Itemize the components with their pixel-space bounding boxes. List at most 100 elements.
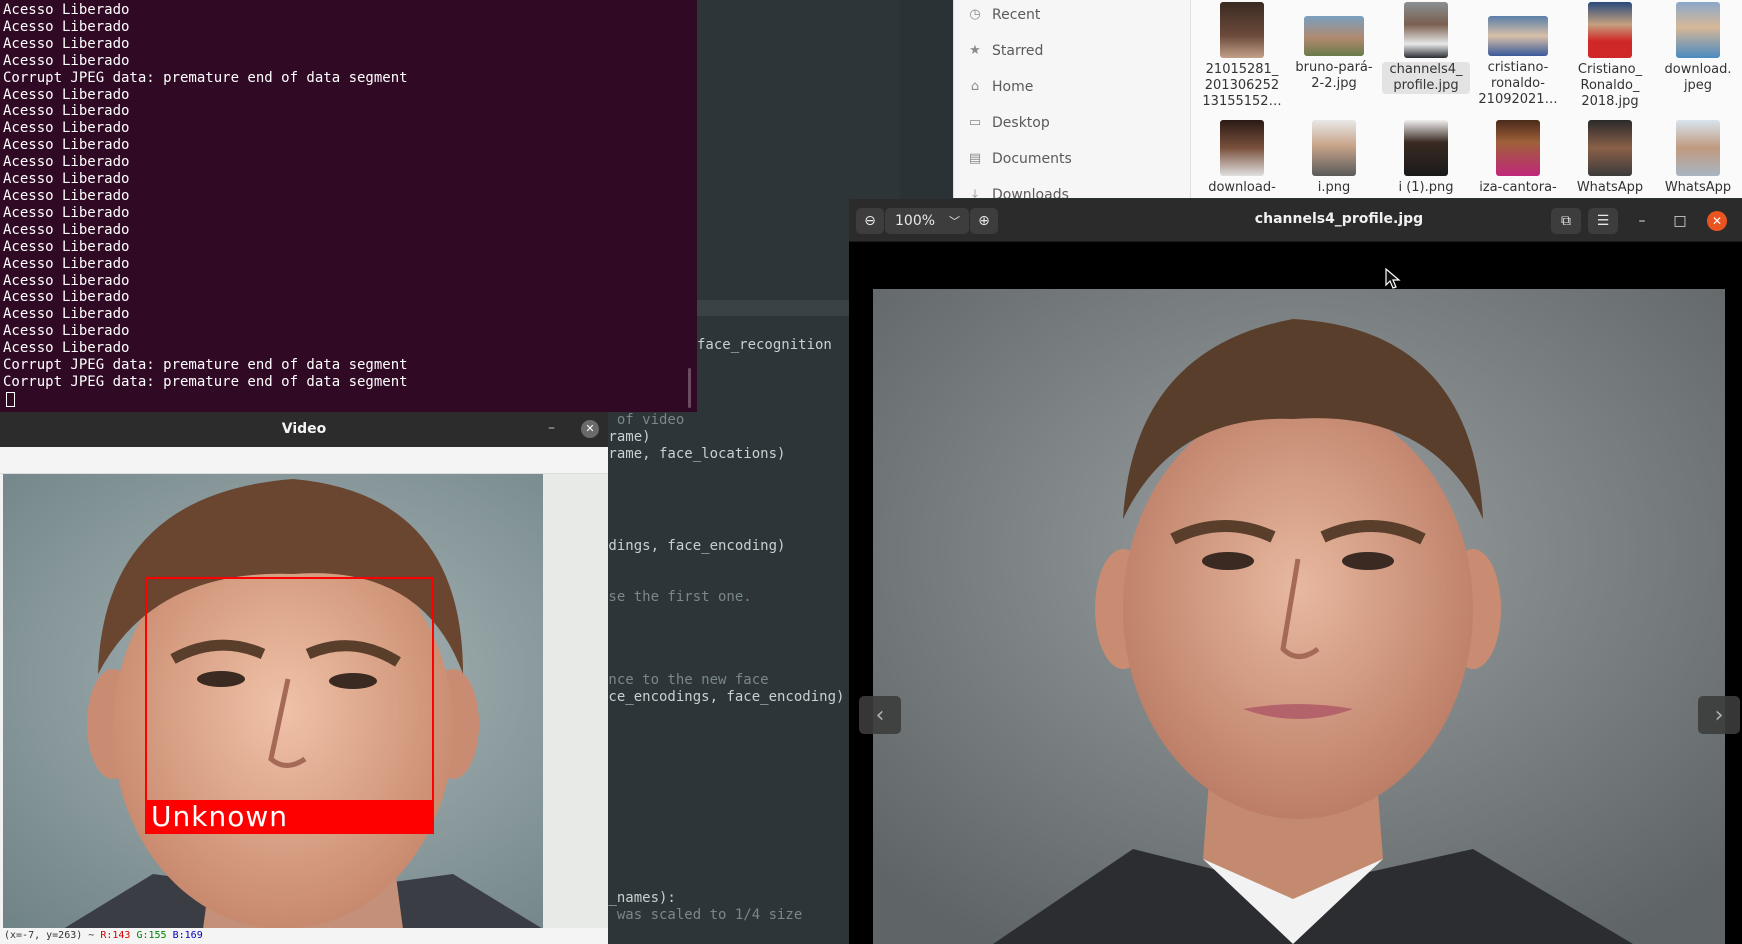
menu-button[interactable]: ☰ [1588, 208, 1618, 234]
file-thumbnail [1488, 16, 1548, 56]
file-name: WhatsApp [1576, 180, 1644, 195]
video-titlebar[interactable]: Video – ✕ [0, 412, 608, 447]
zoom-out-button[interactable]: ⊖ [856, 208, 884, 234]
video-toolbar [0, 447, 608, 474]
sidebar-item-recent[interactable]: ◷ Recent [968, 2, 1040, 28]
image-viewer-window: ⊖ 100% ﹀ ⊕ channels4_profile.jpg ⧉ ☰ – □… [849, 199, 1742, 944]
file-thumbnail [1404, 2, 1448, 58]
file-item[interactable]: i.png [1290, 120, 1378, 196]
terminal-line: Acesso Liberado [3, 306, 130, 323]
code-line[interactable]: o was scaled to 1/4 size [600, 907, 802, 923]
terminal-line: Acesso Liberado [3, 187, 130, 204]
minimize-button[interactable]: – [1632, 211, 1652, 231]
video-window-title: Video [281, 421, 327, 437]
close-button[interactable]: ✕ [581, 420, 599, 438]
code-line[interactable]: use the first one. [600, 589, 752, 605]
home-icon: ⌂ [970, 79, 980, 94]
sidebar-item-home[interactable]: ⌂ Home [968, 74, 1033, 100]
close-button[interactable]: ✕ [1707, 211, 1727, 231]
sidebar-item-label: Starred [992, 43, 1044, 59]
file-item[interactable]: bruno-pará- 2-2.jpg [1290, 2, 1378, 92]
previous-image-button[interactable]: ‹ [859, 696, 901, 734]
file-thumbnail [1220, 2, 1264, 58]
chevron-left-icon: ‹ [875, 702, 885, 728]
terminal-cursor [6, 391, 15, 407]
terminal-line: Acesso Liberado [3, 2, 130, 18]
file-item[interactable]: download- [1198, 120, 1286, 196]
cursor-coords: (x=-7, y=263) ~ [4, 930, 101, 941]
sidebar-item-documents[interactable]: ▤ Documents [968, 146, 1072, 172]
terminal-scrollbar[interactable] [688, 368, 691, 408]
close-icon: ✕ [585, 422, 595, 435]
zoom-in-button[interactable]: ⊕ [970, 208, 998, 234]
file-item[interactable]: 21015281_ 201306252 13155152… [1198, 2, 1286, 110]
terminal-line: Acesso Liberado [3, 154, 130, 171]
code-line[interactable]: ance to the new face [600, 672, 769, 688]
file-item[interactable]: cristiano- ronaldo- 21092021… [1474, 2, 1562, 108]
file-name: iza-cantora- [1479, 180, 1557, 195]
chevron-right-icon: › [1714, 702, 1724, 728]
gallery-button[interactable]: ⧉ [1551, 208, 1581, 234]
hamburger-menu-icon: ☰ [1596, 213, 1610, 229]
file-thumbnail [1676, 120, 1720, 176]
terminal-line: Acesso Liberado [3, 35, 130, 52]
file-item[interactable]: WhatsApp [1654, 120, 1742, 196]
file-name: cristiano- ronaldo- 21092021… [1478, 60, 1558, 107]
terminal-line: Acesso Liberado [3, 52, 130, 69]
video-window: Video – ✕ Unknown (x=-7, y=263) ~ R:143 … [0, 412, 608, 944]
code-line[interactable]: odings, face_encoding) [600, 538, 785, 554]
face-detection-label: Unknown [145, 800, 434, 834]
file-thumbnail [1496, 120, 1540, 176]
document-icon: ▤ [968, 151, 982, 166]
zoom-out-icon: ⊖ [864, 213, 876, 229]
terminal-prompt-line[interactable] [0, 391, 697, 412]
blue-value: B:169 [172, 930, 203, 941]
sidebar-item-desktop[interactable]: ▭ Desktop [968, 110, 1050, 136]
file-name: 21015281_ 201306252 13155152… [1202, 62, 1282, 109]
terminal-line: Acesso Liberado [3, 340, 130, 357]
maximize-icon: □ [1673, 213, 1687, 229]
file-item[interactable]: WhatsApp [1566, 120, 1654, 196]
file-thumbnail [1304, 16, 1364, 56]
file-item-selected[interactable]: channels4_ profile.jpg [1382, 2, 1470, 94]
clock-icon: ◷ [969, 7, 981, 22]
file-name: i (1).png [1398, 180, 1454, 195]
code-line[interactable]: e_names): [600, 890, 676, 906]
file-item[interactable]: i (1).png [1382, 120, 1470, 196]
desktop-icon: ▭ [968, 115, 982, 130]
sidebar-item-starred[interactable]: ★ Starred [968, 38, 1043, 64]
file-name: i.png [1317, 180, 1351, 195]
file-item[interactable]: Cristiano_ Ronaldo_ 2018.jpg [1566, 2, 1654, 110]
file-item[interactable]: iza-cantora- [1474, 120, 1562, 196]
file-name: bruno-pará- 2-2.jpg [1295, 60, 1373, 91]
file-name: channels4_ profile.jpg [1382, 62, 1470, 94]
minimize-button[interactable]: – [548, 420, 555, 436]
code-line[interactable]: e of video [600, 412, 684, 428]
gallery-icon: ⧉ [1561, 213, 1571, 229]
sidebar-item-label: Documents [992, 151, 1072, 167]
zoom-in-icon: ⊕ [978, 213, 990, 229]
terminal-window[interactable]: Acesso Liberado Acesso Liberado Acesso L… [0, 0, 697, 412]
terminal-line: Acesso Liberado [3, 323, 130, 340]
terminal-output: Acesso Liberado Acesso Liberado Acesso L… [0, 0, 697, 412]
terminal-line: Acesso Liberado [3, 255, 130, 272]
sidebar-item-downloads[interactable]: ⤓ Downloads [968, 182, 1069, 198]
file-name: Cristiano_ Ronaldo_ 2018.jpg [1577, 62, 1643, 109]
file-thumbnail [1588, 2, 1632, 58]
zoom-level-value: 100% [895, 213, 936, 229]
next-image-button[interactable]: › [1698, 696, 1740, 734]
sidebar-item-label: Downloads [992, 187, 1069, 198]
close-icon: ✕ [1711, 214, 1723, 228]
red-value: R:143 [100, 930, 131, 941]
file-item[interactable]: download. jpeg [1654, 2, 1742, 94]
maximize-button[interactable]: □ [1670, 211, 1690, 231]
file-thumbnail [1588, 120, 1632, 176]
zoom-level-dropdown[interactable]: 100% ﹀ [885, 208, 969, 234]
file-manager-window: ◷ Recent ★ Starred ⌂ Home ▭ Desktop ▤ Documen… [953, 0, 1742, 198]
viewer-titlebar[interactable]: ⊖ 100% ﹀ ⊕ channels4_profile.jpg ⧉ ☰ – □… [849, 199, 1742, 242]
terminal-line: Corrupt JPEG data: premature end of data… [3, 373, 408, 390]
code-line[interactable]: frame, face_locations) [600, 446, 785, 462]
code-line[interactable]: face_recognition [697, 337, 832, 353]
code-line[interactable]: ace_encodings, face_encoding) [600, 689, 844, 705]
terminal-line: Corrupt JPEG data: premature end of data… [3, 69, 408, 86]
